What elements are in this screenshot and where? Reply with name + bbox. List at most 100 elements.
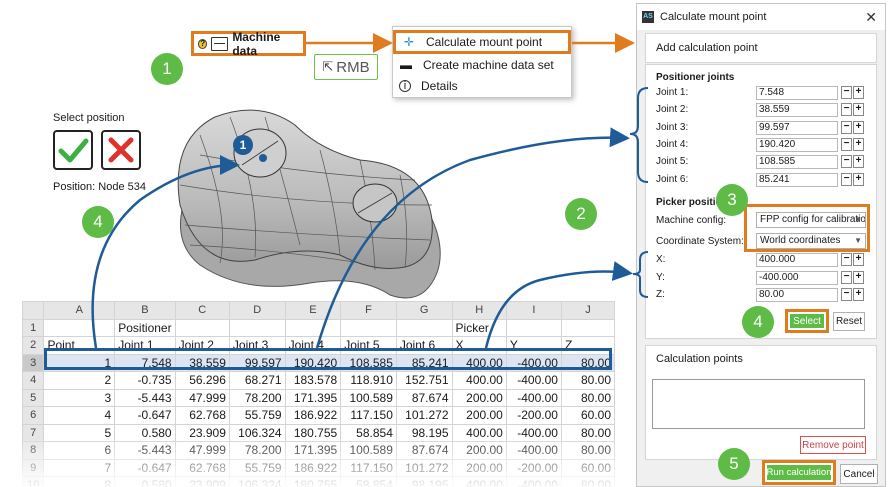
decrement-button[interactable]: − bbox=[841, 120, 852, 134]
table-cell[interactable] bbox=[174, 318, 230, 337]
decrement-button[interactable]: − bbox=[841, 270, 852, 284]
joint-input[interactable]: 85.241 bbox=[756, 172, 838, 187]
table-cell[interactable]: 400.00 bbox=[451, 423, 507, 442]
table-cell[interactable]: 0.580 bbox=[114, 476, 176, 487]
table-cell[interactable]: 55.759 bbox=[228, 406, 286, 425]
row-header[interactable]: 8 bbox=[22, 441, 45, 460]
machine-data-tree-item[interactable]: ? Machine data bbox=[191, 30, 306, 58]
joint-input[interactable]: 108.585 bbox=[756, 155, 838, 170]
table-cell[interactable]: -0.735 bbox=[114, 371, 176, 390]
row-header[interactable]: 7 bbox=[22, 423, 45, 442]
confirm-position-button[interactable] bbox=[53, 130, 93, 170]
coord-input[interactable]: -400.000 bbox=[756, 270, 838, 285]
coord-input[interactable]: 400.000 bbox=[756, 253, 838, 267]
table-cell[interactable]: 87.674 bbox=[395, 388, 453, 407]
increment-button[interactable]: + bbox=[853, 288, 864, 301]
table-cell[interactable]: 180.755 bbox=[284, 423, 342, 442]
table-cell[interactable]: 117.150 bbox=[340, 458, 397, 477]
table-cell[interactable] bbox=[395, 318, 453, 337]
table-cell[interactable]: 106.324 bbox=[228, 423, 286, 442]
joint-input[interactable]: 38.559 bbox=[756, 103, 838, 118]
menu-item-calculate-mount-point[interactable]: ✛ Calculate mount point bbox=[393, 30, 571, 54]
remove-point-button[interactable]: Remove point bbox=[800, 436, 866, 454]
table-cell[interactable]: -200.00 bbox=[505, 458, 562, 477]
table-cell[interactable]: 400.00 bbox=[451, 476, 507, 487]
joint-input[interactable]: 7.548 bbox=[756, 86, 838, 100]
table-cell[interactable]: -400.00 bbox=[505, 476, 562, 487]
table-cell[interactable]: Joint 3 bbox=[228, 336, 286, 355]
table-cell[interactable]: Point bbox=[43, 336, 116, 355]
table-cell[interactable]: 6 bbox=[43, 441, 116, 460]
table-cell[interactable]: 23.909 bbox=[174, 423, 230, 442]
table-cell[interactable]: 78.200 bbox=[228, 441, 286, 460]
table-cell[interactable]: 180.755 bbox=[284, 476, 342, 487]
table-cell[interactable]: -0.647 bbox=[114, 458, 176, 477]
table-cell[interactable]: 101.272 bbox=[395, 406, 453, 425]
row-header[interactable]: 9 bbox=[22, 458, 45, 477]
table-cell[interactable]: 2 bbox=[43, 371, 116, 390]
table-cell[interactable]: 106.324 bbox=[228, 476, 286, 487]
menu-item-details[interactable]: i Details bbox=[393, 74, 571, 98]
table-cell[interactable]: 56.296 bbox=[174, 371, 230, 390]
table-cell[interactable]: 58.854 bbox=[340, 423, 397, 442]
increment-button[interactable]: + bbox=[853, 155, 864, 169]
spreadsheet[interactable]: A B C D E F G H I J 1 Positioner Picker 2 Point Joint 1… bbox=[22, 301, 615, 487]
table-cell[interactable]: 5 bbox=[43, 423, 116, 442]
decrement-button[interactable]: − bbox=[841, 253, 852, 266]
decrement-button[interactable]: − bbox=[841, 86, 852, 99]
decrement-button[interactable]: − bbox=[841, 103, 852, 117]
column-header[interactable]: I bbox=[505, 301, 562, 320]
table-cell[interactable]: 98.195 bbox=[395, 423, 453, 442]
table-cell[interactable]: 400.00 bbox=[451, 371, 507, 390]
column-header[interactable]: A bbox=[43, 301, 116, 320]
reset-button[interactable]: Reset bbox=[833, 312, 865, 331]
table-cell[interactable]: 152.751 bbox=[395, 371, 453, 390]
table-cell[interactable]: 100.589 bbox=[340, 388, 397, 407]
part-3d-view[interactable] bbox=[160, 95, 450, 305]
decrement-button[interactable]: − bbox=[841, 137, 852, 151]
table-cell[interactable]: 400.00 bbox=[451, 353, 507, 372]
table-cell[interactable]: 171.395 bbox=[284, 388, 342, 407]
row-header[interactable]: 1 bbox=[22, 318, 45, 337]
table-cell[interactable]: X bbox=[451, 336, 507, 355]
table-cell[interactable]: 200.00 bbox=[451, 388, 507, 407]
select-all-corner[interactable] bbox=[22, 301, 45, 320]
table-cell[interactable]: 200.00 bbox=[451, 458, 507, 477]
spreadsheet-grid[interactable]: A B C D E F G H I J 1 Positioner Picker 2 Point Joint 1… bbox=[22, 301, 615, 487]
table-cell[interactable]: -400.00 bbox=[505, 353, 562, 372]
table-cell[interactable]: 171.395 bbox=[284, 441, 342, 460]
decrement-button[interactable]: − bbox=[841, 155, 852, 169]
table-cell[interactable]: 62.768 bbox=[174, 406, 230, 425]
table-cell[interactable]: 98.195 bbox=[395, 476, 453, 487]
table-cell[interactable] bbox=[505, 318, 562, 337]
table-cell[interactable]: Joint 6 bbox=[395, 336, 453, 355]
column-header[interactable]: B bbox=[114, 301, 176, 320]
table-cell[interactable]: 186.922 bbox=[284, 458, 342, 477]
row-header[interactable]: 6 bbox=[22, 406, 45, 425]
table-cell[interactable]: 80.00 bbox=[560, 388, 615, 407]
joint-input[interactable]: 190.420 bbox=[756, 137, 838, 152]
table-cell[interactable]: 60.00 bbox=[560, 406, 615, 425]
table-cell[interactable]: 78.200 bbox=[228, 388, 286, 407]
table-cell[interactable]: 8 bbox=[43, 476, 116, 487]
increment-button[interactable]: + bbox=[853, 86, 864, 99]
table-cell[interactable]: 80.00 bbox=[560, 423, 615, 442]
table-cell[interactable]: -400.00 bbox=[505, 371, 562, 390]
table-cell[interactable]: Joint 1 bbox=[114, 336, 176, 355]
table-cell[interactable]: 99.597 bbox=[228, 353, 286, 372]
cancel-button[interactable]: Cancel bbox=[840, 464, 878, 484]
table-cell[interactable]: -5.443 bbox=[114, 388, 176, 407]
table-cell[interactable]: Positioner bbox=[114, 318, 176, 337]
table-cell[interactable]: 200.00 bbox=[451, 441, 507, 460]
table-cell[interactable]: 38.559 bbox=[174, 353, 230, 372]
table-cell[interactable]: 87.674 bbox=[395, 441, 453, 460]
joint-input[interactable]: 99.597 bbox=[756, 120, 838, 135]
row-header[interactable]: 10 bbox=[22, 476, 45, 487]
table-cell[interactable]: 101.272 bbox=[395, 458, 453, 477]
row-header[interactable]: 3 bbox=[22, 353, 45, 372]
calc-points-list[interactable] bbox=[652, 379, 865, 429]
table-cell[interactable]: -200.00 bbox=[505, 406, 562, 425]
increment-button[interactable]: + bbox=[853, 120, 864, 134]
coord-input[interactable]: 80.00 bbox=[756, 288, 838, 302]
table-cell[interactable]: Y bbox=[505, 336, 562, 355]
